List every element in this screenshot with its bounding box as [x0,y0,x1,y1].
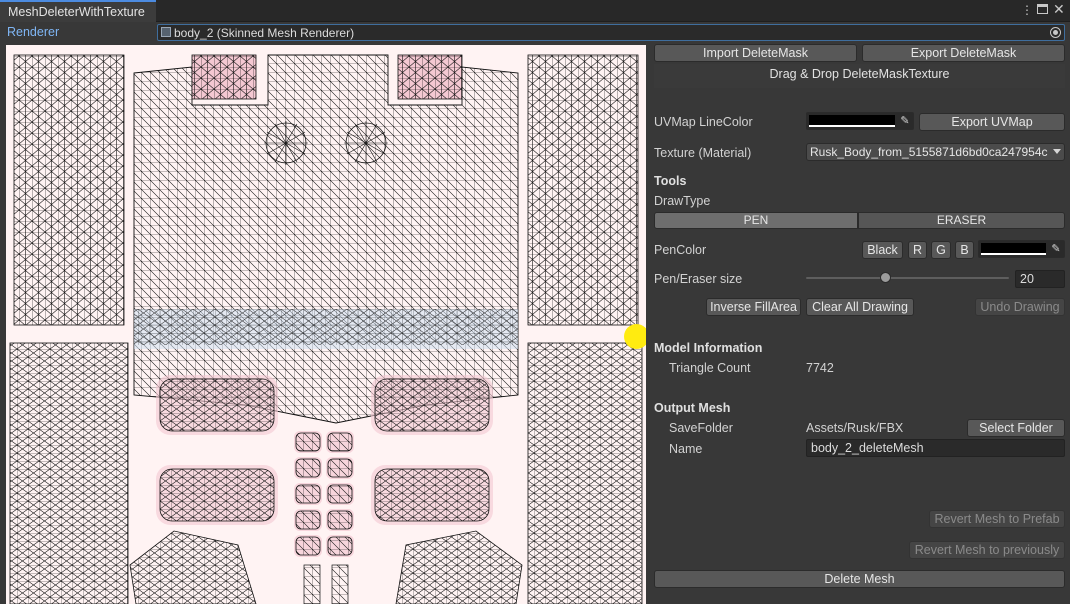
alpha-bar [981,253,1046,255]
deletemask-dropzone[interactable]: Drag & Drop DeleteMaskTexture [654,64,1065,88]
import-deletemask-button[interactable]: Import DeleteMask [654,44,857,62]
renderer-value: body_2 (Skinned Mesh Renderer) [174,26,355,40]
renderer-row: Renderer body_2 (Skinned Mesh Renderer) [0,22,1070,42]
object-picker-icon[interactable] [1050,27,1061,38]
pen-size-input[interactable]: 20 [1015,270,1065,288]
uv-fingertip [295,432,321,452]
window-title: MeshDeleterWithTexture [8,5,145,19]
uv-hand-0 [159,378,275,432]
uv-island-foot-right [395,530,523,604]
pencolor-field[interactable]: ✎ [978,240,1065,258]
texture-selected-value: Rusk_Body_from_5155871d6bd0ca247954c [810,145,1048,159]
uv-island-shoulder-left-mesh [192,55,256,99]
triangle-count-label: Triangle Count [669,361,751,375]
model-information-heading: Model Information [654,341,763,355]
uv-map-drawing[interactable] [6,45,646,604]
savefolder-label: SaveFolder [669,421,733,435]
select-folder-button[interactable]: Select Folder [967,419,1065,437]
pencolor-label: PenColor [654,243,707,257]
triangle-count-value: 7742 [806,361,834,375]
pen-eraser-size-label: Pen/Eraser size [654,272,743,286]
mesh-name-input[interactable]: body_2_deleteMesh [806,439,1065,457]
clear-all-drawing-button[interactable]: Clear All Drawing [806,298,914,316]
uv-island-shoulder-right-mesh [398,55,462,99]
mesh-name-label: Name [669,442,703,456]
drawtype-pen-tab[interactable]: PEN [654,212,858,229]
uv-hand-2 [159,468,275,522]
eyedropper-icon[interactable]: ✎ [1050,243,1062,255]
window-titlebar: MeshDeleterWithTexture ⋮ ✕ [0,0,1070,22]
drawtype-label: DrawType [654,194,711,208]
kebab-icon[interactable]: ⋮ [1021,3,1033,17]
uv-texture-canvas[interactable] [6,45,646,604]
uv-hand-3 [374,468,490,522]
uv-island-torso [133,54,519,424]
uvmap-linecolor-swatch [809,115,895,125]
undo-drawing-button[interactable]: Undo Drawing [975,298,1065,316]
uv-fingertip [327,536,353,556]
uvmap-linecolor-field[interactable]: ✎ [806,112,914,130]
uv-waist-mesh [134,309,518,345]
uv-island-right-bottom [527,342,643,604]
drawtype-eraser-tab[interactable]: ERASER [858,212,1065,229]
output-mesh-heading: Output Mesh [654,401,731,415]
pen-size-slider-thumb[interactable] [879,272,891,283]
uv-island-foot-left [129,530,257,604]
pencolor-red-button[interactable]: R [908,241,927,259]
pen-size-slider-track[interactable] [806,277,1009,279]
uv-island-left-bottom [9,342,129,604]
uv-island-left-top [13,54,125,326]
close-icon[interactable]: ✕ [1053,2,1065,16]
delete-mesh-button[interactable]: Delete Mesh [654,570,1065,588]
uv-fingertip [295,536,321,556]
maximize-icon[interactable] [1037,4,1048,14]
revert-mesh-to-previously-button[interactable]: Revert Mesh to previously [909,541,1065,559]
uv-island-toe-right [331,564,349,604]
texture-material-dropdown[interactable]: Rusk_Body_from_5155871d6bd0ca247954c [806,143,1065,161]
uv-fingertip [295,510,321,530]
uv-island-toe-left [303,564,321,604]
pencolor-swatch [981,243,1046,253]
uv-fingertip [327,484,353,504]
revert-mesh-to-prefab-button[interactable]: Revert Mesh to Prefab [929,510,1065,528]
uv-fingertip [327,432,353,452]
tools-heading: Tools [654,174,687,188]
pencolor-black-button[interactable]: Black [862,241,903,259]
window-tab[interactable]: MeshDeleterWithTexture [0,0,156,22]
pencolor-blue-button[interactable]: B [955,241,974,259]
pencolor-green-button[interactable]: G [931,241,951,259]
uv-fingertip [327,510,353,530]
skinned-mesh-icon [161,27,171,37]
renderer-object-field[interactable]: body_2 (Skinned Mesh Renderer) [157,24,1065,41]
inverse-fillarea-button[interactable]: Inverse FillArea [706,298,801,316]
alpha-bar [809,125,895,127]
uv-island-right-top [527,54,639,326]
savefolder-value: Assets/Rusk/FBX [806,421,904,435]
texture-material-label: Texture (Material) [654,146,752,160]
uv-fingertip [295,484,321,504]
uv-fingertip [295,458,321,478]
export-deletemask-button[interactable]: Export DeleteMask [862,44,1065,62]
renderer-label: Renderer [7,25,60,39]
pen-cursor-indicator [624,324,646,349]
eyedropper-icon[interactable]: ✎ [899,115,911,127]
chevron-down-icon [1053,149,1061,154]
uvmap-linecolor-label: UVMap LineColor [654,115,753,129]
export-uvmap-button[interactable]: Export UVMap [919,113,1065,131]
uv-fingertip [327,458,353,478]
uv-hand-1 [374,378,490,432]
